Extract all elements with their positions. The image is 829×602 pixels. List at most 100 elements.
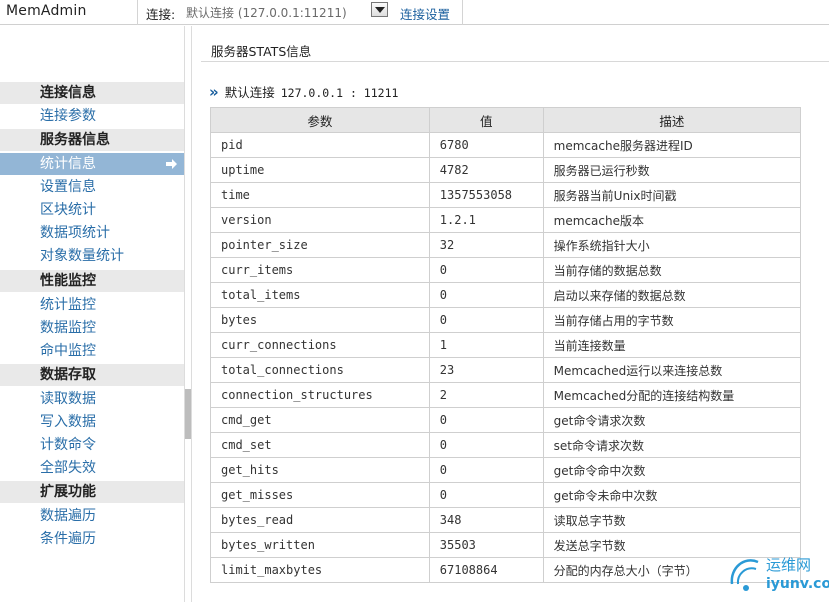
stats-table: 参数 值 描述 pid 6780 memcache服务器进程ID uptime 4782…	[210, 107, 802, 583]
cell-description: set命令请求次数	[542, 432, 802, 458]
cell-description: get命令命中次数	[542, 457, 802, 483]
table-header-row: 参数 值 描述	[210, 107, 802, 133]
connection-address: 127.0.0.1 : 11211	[280, 86, 399, 100]
cell-param: curr_connections	[210, 332, 430, 358]
cell-param: time	[210, 182, 430, 208]
column-header-param: 参数	[210, 107, 430, 133]
cell-value: 0	[428, 432, 544, 458]
top-separator	[137, 0, 138, 25]
sidebar-item-settings[interactable]: 设置信息	[0, 176, 184, 198]
sidebar-item-write-data[interactable]: 写入数据	[0, 411, 184, 433]
table-row: time 1357553058 服务器当前Unix时间戳	[210, 182, 802, 208]
cell-value: 6780	[428, 132, 544, 158]
nav-section-monitor: 性能监控	[0, 270, 184, 292]
top-separator	[462, 0, 463, 25]
sidebar-item-label: 统计信息	[40, 156, 96, 172]
watermark-url: iyunv.com	[766, 576, 829, 592]
scrollbar-thumb[interactable]	[185, 389, 191, 439]
cell-value: 0	[428, 257, 544, 283]
cell-param: cmd_get	[210, 407, 430, 433]
cell-description: Memcached运行以来连接总数	[542, 357, 802, 383]
cell-description: memcache版本	[542, 207, 802, 233]
page-title: 服务器STATS信息	[211, 44, 312, 59]
nav-section-server: 服务器信息	[0, 129, 184, 151]
table-row: limit_maxbytes 67108864 分配的内存总大小（字节）	[210, 557, 802, 583]
sidebar-item-items[interactable]: 数据项统计	[0, 222, 184, 244]
table-row: connection_structures 2 Memcached分配的连接结构数量	[210, 382, 802, 408]
cell-param: uptime	[210, 157, 430, 183]
sidebar-item-counter[interactable]: 计数命令	[0, 434, 184, 456]
table-row: total_connections 23 Memcached运行以来连接总数	[210, 357, 802, 383]
connection-heading: » 默认连接 127.0.0.1 : 11211	[209, 82, 398, 101]
cell-param: bytes_read	[210, 507, 430, 533]
cell-description: memcache服务器进程ID	[542, 132, 802, 158]
main-content: 服务器STATS信息 » 默认连接 127.0.0.1 : 11211 参数 值 描…	[193, 26, 829, 602]
table-row: pointer_size 32 操作系统指针大小	[210, 232, 802, 258]
table-row: get_misses 0 get命令未命中次数	[210, 482, 802, 508]
table-row: version 1.2.1 memcache版本	[210, 207, 802, 233]
cell-value: 2	[428, 382, 544, 408]
connection-label: 连接:	[146, 7, 176, 22]
nav-section-extensions: 扩展功能	[0, 481, 184, 503]
cell-description: get命令未命中次数	[542, 482, 802, 508]
cell-description: 操作系统指针大小	[542, 232, 802, 258]
table-row: total_items 0 启动以来存储的数据总数	[210, 282, 802, 308]
connection-dropdown-button[interactable]	[371, 2, 388, 17]
cell-param: get_hits	[210, 457, 430, 483]
cell-value: 0	[428, 407, 544, 433]
triangle-down-icon	[375, 7, 385, 13]
sidebar-item-flush-all[interactable]: 全部失效	[0, 457, 184, 479]
cell-value: 67108864	[428, 557, 544, 583]
sidebar-item-object-counts[interactable]: 对象数量统计	[0, 245, 184, 267]
connection-select[interactable]: 默认连接 (127.0.0.1:11211)	[184, 3, 390, 21]
cell-param: total_items	[210, 282, 430, 308]
arrow-right-icon	[166, 159, 177, 169]
table-row: pid 6780 memcache服务器进程ID	[210, 132, 802, 158]
cell-param: bytes	[210, 307, 430, 333]
sidebar-item-read-data[interactable]: 读取数据	[0, 388, 184, 410]
cell-description: get命令请求次数	[542, 407, 802, 433]
sidebar-item-hit-monitor[interactable]: 命中监控	[0, 340, 184, 362]
cell-value: 0	[428, 307, 544, 333]
table-row: curr_connections 1 当前连接数量	[210, 332, 802, 358]
connection-settings-link[interactable]: 连接设置	[400, 4, 450, 23]
cell-value: 0	[428, 482, 544, 508]
table-row: curr_items 0 当前存储的数据总数	[210, 257, 802, 283]
watermark-logo-icon	[730, 559, 759, 591]
cell-param: cmd_set	[210, 432, 430, 458]
app-brand: MemAdmin	[6, 3, 87, 19]
cell-param: connection_structures	[210, 382, 430, 408]
cell-value: 1357553058	[428, 182, 544, 208]
cell-value: 0	[428, 457, 544, 483]
cell-param: curr_items	[210, 257, 430, 283]
cell-description: 当前存储的数据总数	[542, 257, 802, 283]
cell-value: 348	[428, 507, 544, 533]
table-row: bytes 0 当前存储占用的字节数	[210, 307, 802, 333]
double-chevron-icon: »	[209, 83, 219, 101]
table-row: cmd_get 0 get命令请求次数	[210, 407, 802, 433]
cell-param: bytes_written	[210, 532, 430, 558]
cell-value: 1.2.1	[428, 207, 544, 233]
column-header-value: 值	[428, 107, 544, 133]
cell-value: 35503	[428, 532, 544, 558]
cell-value: 23	[428, 357, 544, 383]
sidebar-item-data-monitor[interactable]: 数据监控	[0, 317, 184, 339]
cell-param: pid	[210, 132, 430, 158]
watermark-name: 运维网	[766, 556, 812, 574]
sidebar-item-stats[interactable]: 统计信息	[0, 153, 184, 175]
sidebar-item-traverse[interactable]: 数据遍历	[0, 505, 184, 527]
sidebar-item-conditional-traverse[interactable]: 条件遍历	[0, 528, 184, 550]
sidebar: 连接信息 连接参数 服务器信息 统计信息 设置信息 区块统计 数据项统计 对象数…	[0, 26, 184, 602]
sidebar-item-connection-params[interactable]: 连接参数	[0, 105, 184, 127]
nav-section-connection: 连接信息	[0, 82, 184, 104]
cell-description: 当前存储占用的字节数	[542, 307, 802, 333]
sidebar-scrollbar[interactable]	[184, 26, 192, 602]
top-bar: MemAdmin 连接: 默认连接 (127.0.0.1:11211) 连接设置	[0, 0, 829, 25]
cell-description: 当前连接数量	[542, 332, 802, 358]
table-row: bytes_written 35503 发送总字节数	[210, 532, 802, 558]
table-row: get_hits 0 get命令命中次数	[210, 457, 802, 483]
cell-value: 4782	[428, 157, 544, 183]
sidebar-item-stats-monitor[interactable]: 统计监控	[0, 294, 184, 316]
sidebar-item-slabs[interactable]: 区块统计	[0, 199, 184, 221]
cell-value: 1	[428, 332, 544, 358]
